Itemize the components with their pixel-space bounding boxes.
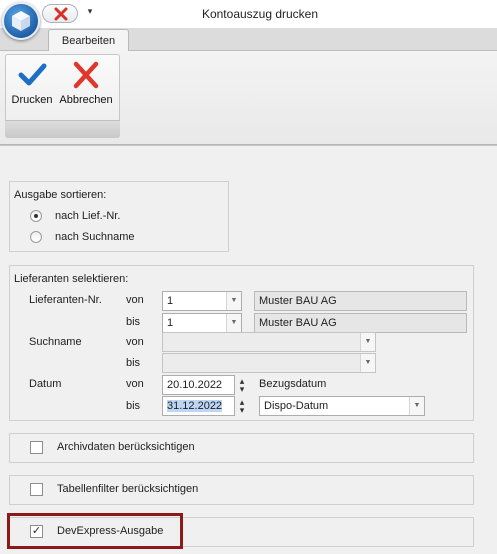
date-to-spin-icon[interactable]: ▴ ▾ (238, 398, 246, 415)
cancel-button-label: Abbrechen (59, 94, 113, 106)
window-title: Kontoauszug drucken (201, 7, 319, 21)
tab-bearbeiten[interactable]: Bearbeiten (48, 29, 129, 52)
date-to-value: 31.12.2022 (167, 400, 223, 412)
supplier-from-label: von (126, 294, 144, 306)
chevron-down-icon[interactable]: ▼ (360, 333, 375, 351)
sort-group-title: Ausgabe sortieren: (14, 189, 107, 201)
searchname-to-label: bis (126, 357, 141, 369)
radio-sort-searchname[interactable] (30, 231, 42, 243)
ribbon-group-footer (5, 120, 120, 138)
chevron-down-icon[interactable]: ▼ (360, 354, 375, 372)
date-to-type-select[interactable]: Dispo-Datum ▼ (259, 396, 425, 416)
date-label: Datum (29, 378, 62, 390)
searchname-from-label: von (126, 336, 144, 348)
supplier-to-value: 1 (167, 317, 174, 329)
separator (0, 145, 497, 146)
date-from-label: von (126, 378, 144, 390)
chevron-down-icon[interactable]: ▼ (409, 397, 424, 415)
close-icon (54, 7, 68, 21)
supplier-from-name-value: Muster BAU AG (259, 295, 337, 307)
chevron-down-icon[interactable]: ▼ (226, 292, 241, 310)
print-button[interactable]: Drucken (7, 56, 57, 116)
quick-access-close-button[interactable] (42, 4, 78, 23)
date-to-input[interactable]: 31.12.2022 (162, 396, 235, 416)
tablefilter-checkbox-label[interactable]: Tabellenfilter berücksichtigen (57, 483, 198, 495)
date-to-label: bis (126, 400, 141, 412)
supplier-from-value: 1 (167, 295, 174, 307)
checkmark-icon (18, 63, 47, 86)
archive-checkbox[interactable] (30, 441, 43, 454)
selection-group-title: Lieferanten selektieren: (14, 273, 129, 285)
supplier-to-name: Muster BAU AG (254, 313, 467, 333)
quick-access-dropdown[interactable]: ▾ (85, 6, 95, 20)
searchname-label: Suchname (29, 336, 82, 348)
cube-icon (12, 11, 30, 31)
highlight-frame (7, 513, 183, 549)
supplier-from-input[interactable]: 1 ▼ (162, 291, 242, 311)
cancel-button[interactable]: Abbrechen (56, 56, 116, 116)
supplier-from-name: Muster BAU AG (254, 291, 467, 311)
cancel-x-icon (73, 61, 99, 89)
searchname-to-input[interactable]: ▼ (162, 353, 376, 373)
supplier-to-input[interactable]: 1 ▼ (162, 313, 242, 333)
radio-sort-supplier-no[interactable] (30, 210, 42, 222)
date-from-type: Bezugsdatum (259, 378, 327, 390)
searchname-from-input[interactable]: ▼ (162, 332, 376, 352)
archive-checkbox-label[interactable]: Archivdaten berücksichtigen (57, 441, 195, 453)
date-from-spin-icon[interactable]: ▴ ▾ (238, 377, 246, 394)
print-button-label: Drucken (11, 94, 53, 106)
date-from-input[interactable]: 20.10.2022 (162, 375, 235, 395)
date-to-type-value: Dispo-Datum (264, 400, 329, 412)
tablefilter-checkbox[interactable] (30, 483, 43, 496)
radio-sort-searchname-label[interactable]: nach Suchname (55, 231, 135, 243)
supplier-no-label: Lieferanten-Nr. (29, 294, 102, 306)
radio-sort-supplier-no-label[interactable]: nach Lief.-Nr. (55, 210, 120, 222)
chevron-down-icon[interactable]: ▼ (226, 314, 241, 332)
supplier-to-name-value: Muster BAU AG (259, 317, 337, 329)
supplier-to-label: bis (126, 316, 141, 328)
date-from-value: 20.10.2022 (167, 379, 223, 391)
app-menu-button[interactable] (2, 2, 40, 40)
